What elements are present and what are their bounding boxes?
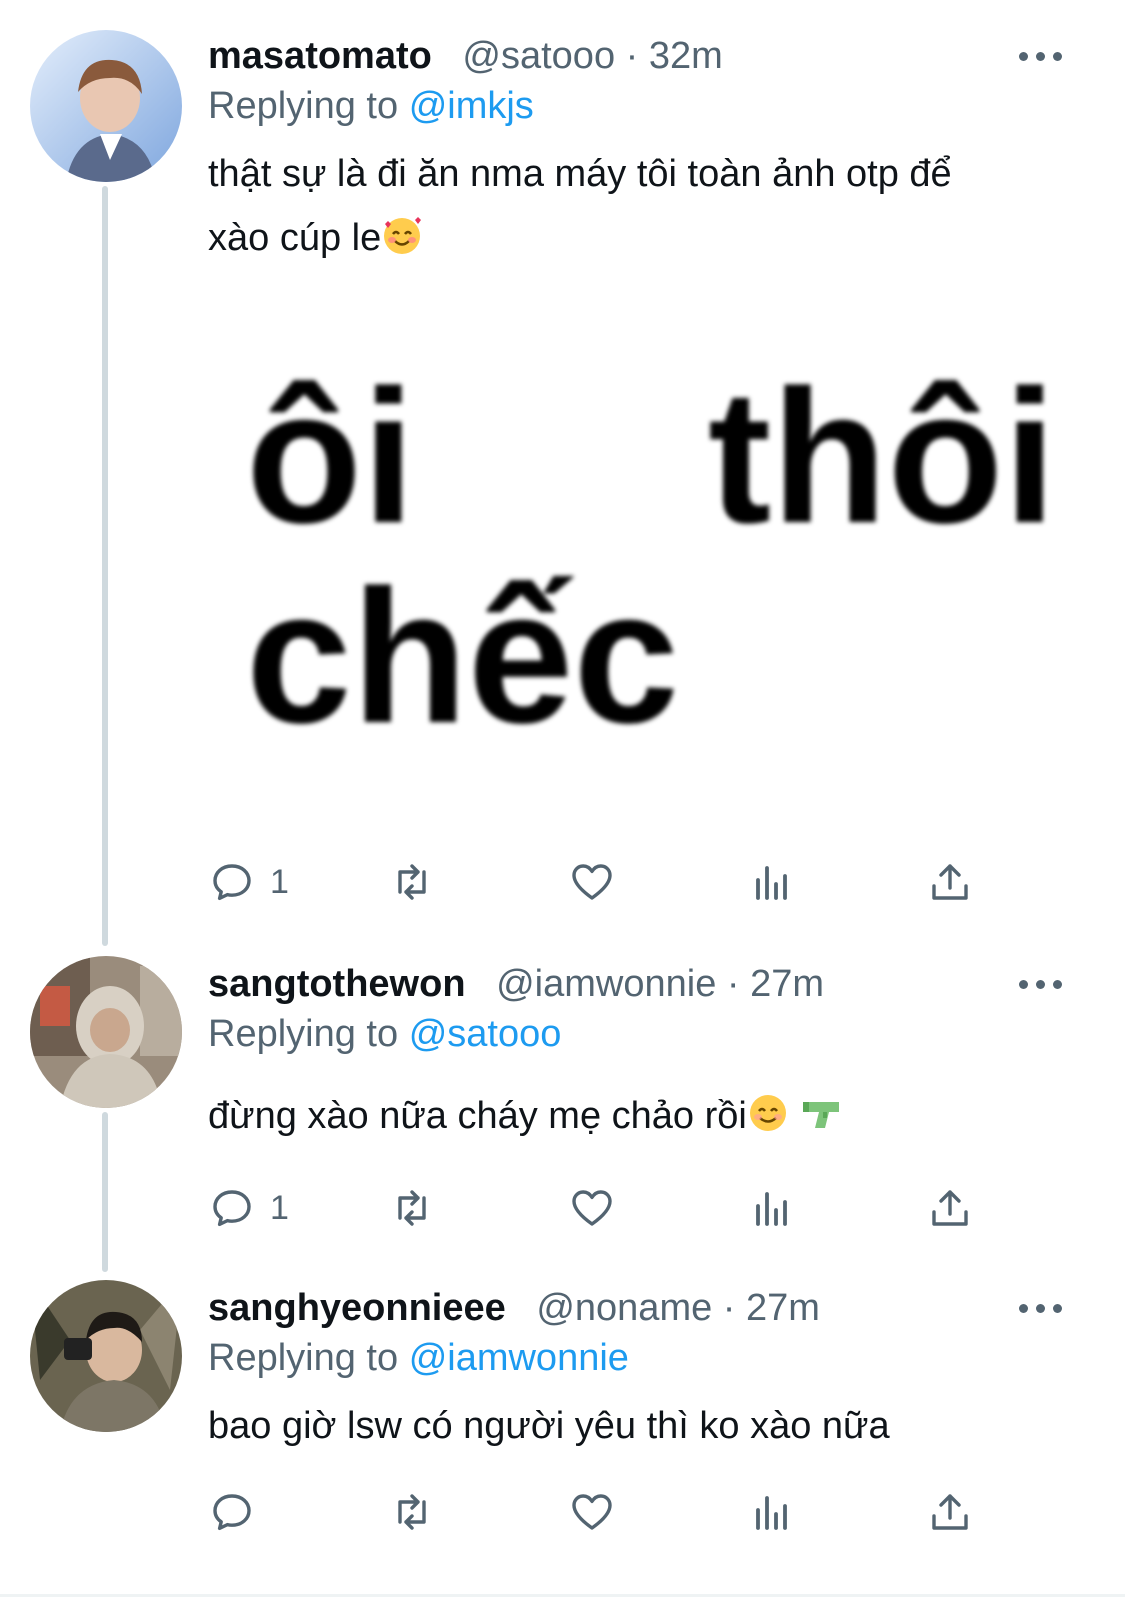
- replying-prefix: Replying to: [208, 85, 399, 127]
- retweet-icon: [398, 1494, 426, 1530]
- share-icon: [932, 1494, 968, 1530]
- tweet-text: thật sự là đi ăn nma máy tôi toàn ảnh ot…: [208, 142, 1088, 276]
- more-options-icon[interactable]: [1019, 46, 1063, 66]
- replying-to: Replying to @satooo: [208, 1010, 561, 1058]
- media-text: thôi: [708, 351, 1057, 563]
- separator-dot: ·: [722, 1287, 736, 1329]
- smiling-face-with-hearts-icon: [381, 212, 423, 276]
- avatar-image: [30, 956, 182, 1108]
- share-button[interactable]: [926, 852, 974, 912]
- separator-dot: ·: [726, 963, 740, 1005]
- avatar-image: [30, 1280, 182, 1432]
- user-handle[interactable]: @iamwonnie: [496, 963, 716, 1005]
- smiling-face-icon: [747, 1090, 789, 1154]
- reply-count: 1: [270, 1188, 289, 1227]
- tweet-text-segment: xào cúp le: [208, 217, 382, 259]
- like-button[interactable]: [568, 852, 616, 912]
- like-button[interactable]: [568, 1178, 616, 1238]
- reply-icon: [213, 864, 251, 901]
- analytics-icon: [756, 1496, 787, 1530]
- share-button[interactable]: [926, 1482, 974, 1542]
- media-text: ôi: [246, 351, 415, 563]
- thread-connector-line: [102, 186, 108, 946]
- like-button[interactable]: [568, 1482, 616, 1542]
- tweet-text-line: xào cúp le: [208, 206, 1088, 276]
- analytics-icon: [756, 1192, 787, 1226]
- tweet-actions: [0, 1482, 1125, 1542]
- display-name[interactable]: masatomato: [208, 35, 432, 77]
- tweet-text-line: bao giờ lsw có người yêu thì ko xào nữa: [208, 1405, 890, 1447]
- timestamp[interactable]: 27m: [746, 1287, 820, 1329]
- retweet-button[interactable]: [388, 1178, 436, 1238]
- replying-prefix: Replying to: [208, 1337, 399, 1379]
- share-icon: [932, 1190, 968, 1226]
- reply-mention-link[interactable]: @satooo: [409, 1013, 562, 1055]
- reply-mention-link[interactable]: @iamwonnie: [409, 1337, 629, 1379]
- replying-to: Replying to @imkjs: [208, 82, 534, 130]
- tweet-media-image[interactable]: ôi thôi chếc: [208, 300, 1088, 820]
- share-icon: [932, 864, 968, 900]
- like-icon: [572, 864, 612, 900]
- tweet-text-line: thật sự là đi ăn nma máy tôi toàn ảnh ot…: [208, 153, 952, 195]
- more-options-icon[interactable]: [1019, 974, 1063, 994]
- reply-button[interactable]: 1: [208, 852, 289, 912]
- retweet-button[interactable]: [388, 852, 436, 912]
- tweet-text: bao giờ lsw có người yêu thì ko xào nữa: [208, 1394, 1088, 1458]
- water-pistol-icon: [799, 1090, 843, 1154]
- avatar[interactable]: [30, 1280, 182, 1432]
- like-icon: [572, 1494, 612, 1530]
- tweet-text: đừng xào nữa cháy mẹ chảo rồi: [208, 1084, 1088, 1154]
- tweet-header: sangtothewon @iamwonnie · 27m: [208, 956, 824, 1012]
- avatar-image: [30, 30, 182, 182]
- tweet-text-line: đừng xào nữa cháy mẹ chảo rồi: [208, 1084, 1088, 1154]
- display-name[interactable]: sanghyeonnieee: [208, 1287, 506, 1329]
- retweet-icon: [398, 1190, 426, 1226]
- display-name[interactable]: sangtothewon: [208, 963, 466, 1005]
- tweet-actions: 1: [0, 1178, 1125, 1238]
- replying-to: Replying to @iamwonnie: [208, 1334, 629, 1382]
- reply-count: 1: [270, 862, 289, 901]
- avatar[interactable]: [30, 30, 182, 182]
- analytics-button[interactable]: [748, 1178, 796, 1238]
- reply-button[interactable]: [208, 1482, 270, 1542]
- user-handle[interactable]: @satooo: [462, 35, 615, 77]
- analytics-icon: [756, 866, 787, 900]
- retweet-icon: [398, 864, 426, 900]
- reply-icon: [213, 1494, 251, 1531]
- timestamp[interactable]: 32m: [649, 35, 723, 77]
- analytics-button[interactable]: [748, 1482, 796, 1542]
- tweet-actions: 1: [0, 852, 1125, 912]
- retweet-button[interactable]: [388, 1482, 436, 1542]
- user-handle[interactable]: @noname: [536, 1287, 712, 1329]
- separator-dot: ·: [625, 35, 639, 77]
- media-text: chếc: [246, 551, 680, 763]
- tweet-header: sanghyeonnieee @noname · 27m: [208, 1280, 820, 1336]
- avatar[interactable]: [30, 956, 182, 1108]
- reply-mention-link[interactable]: @imkjs: [409, 85, 534, 127]
- timestamp[interactable]: 27m: [750, 963, 824, 1005]
- tweet-text-segment: đừng xào nữa cháy mẹ chảo rồi: [208, 1095, 747, 1137]
- analytics-button[interactable]: [748, 852, 796, 912]
- reply-button[interactable]: 1: [208, 1178, 289, 1238]
- like-icon: [572, 1190, 612, 1226]
- share-button[interactable]: [926, 1178, 974, 1238]
- more-options-icon[interactable]: [1019, 1298, 1063, 1318]
- tweet-header: masatomato @satooo · 32m: [208, 28, 723, 84]
- replying-prefix: Replying to: [208, 1013, 399, 1055]
- reply-icon: [213, 1190, 251, 1227]
